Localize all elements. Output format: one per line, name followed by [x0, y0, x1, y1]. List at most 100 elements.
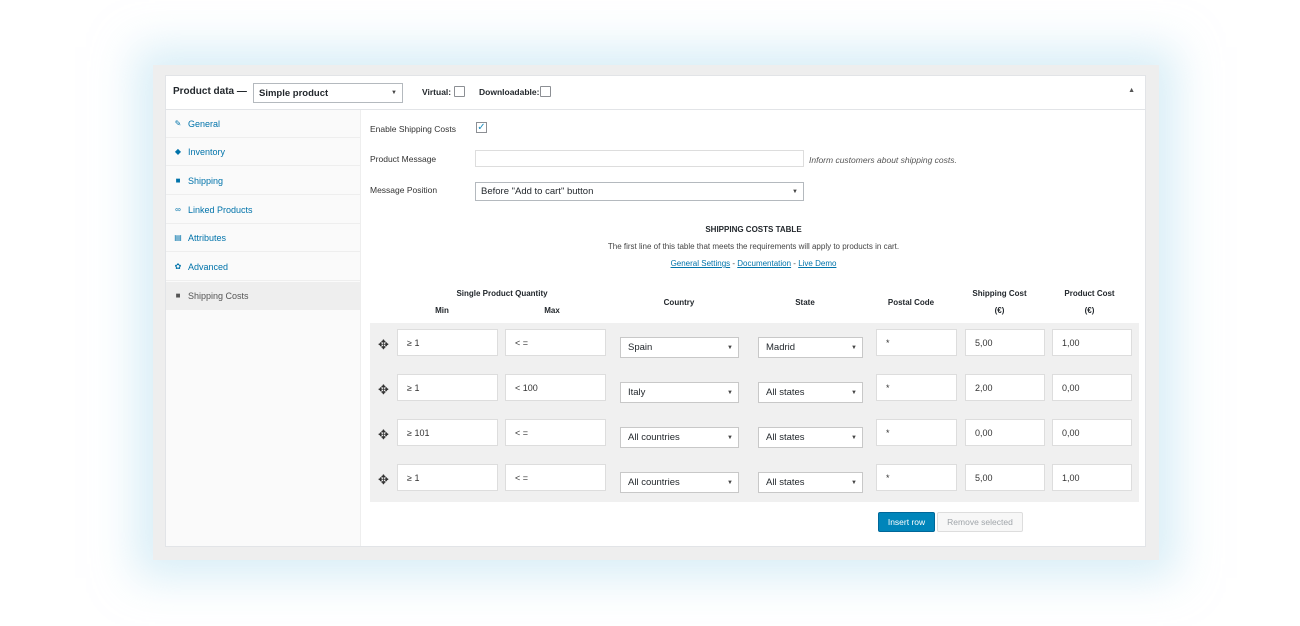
chevron-down-icon: ▼ [851, 389, 857, 396]
shipping-cost-header: Shipping Cost [972, 289, 1027, 298]
product-message-input[interactable] [475, 150, 804, 167]
sidebar-item-linked-products[interactable]: ∞ Linked Products [166, 196, 361, 224]
product-cost-header: Product Cost [1064, 289, 1115, 298]
downloadable-label: Downloadable: [479, 87, 540, 97]
live-demo-link[interactable]: Live Demo [798, 259, 836, 268]
move-handle-icon[interactable]: ✥ [378, 337, 389, 353]
enable-shipping-costs-label: Enable Shipping Costs [370, 124, 457, 134]
country-select[interactable]: Italy ▼ [620, 382, 739, 403]
truck-icon: ■ [175, 176, 181, 185]
list-icon: ▤ [174, 233, 182, 242]
product-data-header: Product data — Simple product ▼ Virtual:… [166, 76, 1145, 110]
table-row: ✥ ≥ 1 < 100 Italy ▼ All states ▼ * 2,00 … [370, 368, 1139, 413]
documentation-link[interactable]: Documentation [737, 259, 791, 268]
shipping-cost-input[interactable]: 5,00 [965, 464, 1045, 491]
triangle-up-icon[interactable]: ▲ [1128, 87, 1135, 94]
postal-code-input[interactable]: * [876, 329, 957, 356]
insert-row-button[interactable]: Insert row [878, 512, 935, 532]
table-title: SHIPPING COSTS TABLE [705, 225, 802, 234]
state-value: All states [766, 477, 805, 488]
downloadable-checkbox[interactable] [540, 86, 551, 97]
message-position-value: Before "Add to cart" button [481, 186, 594, 197]
product-cost-input[interactable]: 1,00 [1052, 464, 1132, 491]
postal-code-header: Postal Code [887, 298, 935, 307]
country-select[interactable]: All countries ▼ [620, 427, 739, 448]
sidebar-item-general[interactable]: ✎ General [166, 110, 361, 138]
virtual-label: Virtual: [422, 87, 452, 97]
country-value: Spain [628, 342, 653, 353]
general-settings-link[interactable]: General Settings [671, 259, 731, 268]
country-header: Country [663, 298, 695, 307]
sidebar-item-shipping[interactable]: ■ Shipping [166, 167, 361, 195]
postal-code-input[interactable]: * [876, 374, 957, 401]
chevron-down-icon: ▼ [851, 479, 857, 486]
message-position-select[interactable]: Before "Add to cart" button ▼ [475, 182, 804, 201]
state-select[interactable]: All states ▼ [758, 472, 863, 493]
sidebar-item-attributes[interactable]: ▤ Attributes [166, 224, 361, 252]
max-header: Max [544, 306, 560, 315]
quantity-header: Single Product Quantity [456, 289, 548, 298]
product-message-label: Product Message [370, 154, 437, 164]
move-handle-icon[interactable]: ✥ [378, 382, 389, 398]
state-select[interactable]: Madrid ▼ [758, 337, 863, 358]
shipping-costs-panel: Enable Shipping Costs ✓ Product Message … [362, 110, 1145, 546]
max-quantity-input[interactable]: < = [505, 329, 606, 356]
max-quantity-input[interactable]: < = [505, 464, 606, 491]
state-value: All states [766, 387, 805, 398]
move-handle-icon[interactable]: ✥ [378, 427, 389, 443]
product-type-value: Simple product [259, 87, 329, 99]
product-cost-input[interactable]: 0,00 [1052, 419, 1132, 446]
sidebar-item-shipping-costs[interactable]: ■ Shipping Costs [166, 282, 361, 310]
sidebar-item-advanced[interactable]: ✿ Advanced [166, 253, 361, 281]
table-links: General Settings - Documentation - Live … [362, 259, 1145, 268]
chevron-down-icon: ▼ [727, 479, 733, 486]
chevron-down-icon: ▼ [727, 389, 733, 396]
chevron-down-icon: ▼ [851, 344, 857, 351]
shipping-cost-input[interactable]: 2,00 [965, 374, 1045, 401]
shipping-cost-input[interactable]: 0,00 [965, 419, 1045, 446]
chevron-down-icon: ▼ [391, 90, 397, 96]
table-row: ✥ ≥ 1 < = Spain ▼ Madrid ▼ * 5,00 1,00 [370, 323, 1139, 368]
state-select[interactable]: All states ▼ [758, 427, 863, 448]
product-message-description: Inform customers about shipping costs. [809, 155, 957, 165]
max-quantity-input[interactable]: < 100 [505, 374, 606, 401]
sidebar-item-label: Linked Products [188, 204, 253, 215]
shipping-costs-rows: ✥ ≥ 1 < = Spain ▼ Madrid ▼ * 5,00 1,00 ✥… [370, 323, 1139, 502]
remove-selected-button[interactable]: Remove selected [937, 512, 1023, 532]
chevron-down-icon: ▼ [727, 434, 733, 441]
product-cost-input[interactable]: 1,00 [1052, 329, 1132, 356]
tag-icon: ◆ [174, 147, 182, 156]
min-quantity-input[interactable]: ≥ 1 [397, 329, 498, 356]
gear-icon: ✿ [174, 262, 182, 271]
min-quantity-input[interactable]: ≥ 1 [397, 464, 498, 491]
sidebar-item-label: Shipping Costs [188, 290, 249, 301]
chevron-down-icon: ▼ [727, 344, 733, 351]
enable-shipping-costs-checkbox[interactable]: ✓ [476, 122, 487, 133]
country-select[interactable]: Spain ▼ [620, 337, 739, 358]
sidebar-item-label: General [188, 118, 221, 129]
product-type-select[interactable]: Simple product ▼ [253, 83, 403, 103]
state-select[interactable]: All states ▼ [758, 382, 863, 403]
postal-code-input[interactable]: * [876, 464, 957, 491]
state-value: Madrid [766, 342, 796, 353]
min-quantity-input[interactable]: ≥ 1 [397, 374, 498, 401]
country-value: All countries [628, 477, 680, 488]
postal-code-input[interactable]: * [876, 419, 957, 446]
min-header: Min [435, 306, 449, 315]
truck-icon: ■ [175, 291, 181, 300]
sidebar-item-label: Shipping [188, 175, 224, 186]
table-row: ✥ ≥ 101 < = All countries ▼ All states ▼… [370, 413, 1139, 458]
virtual-checkbox[interactable] [454, 86, 465, 97]
sidebar-item-label: Attributes [188, 232, 227, 243]
product-cost-input[interactable]: 0,00 [1052, 374, 1132, 401]
shipping-cost-unit: (€) [994, 306, 1005, 315]
wrench-icon: ✎ [174, 119, 182, 128]
chevron-down-icon: ▼ [851, 434, 857, 441]
country-select[interactable]: All countries ▼ [620, 472, 739, 493]
min-quantity-input[interactable]: ≥ 101 [397, 419, 498, 446]
table-row: ✥ ≥ 1 < = All countries ▼ All states ▼ *… [370, 458, 1139, 503]
move-handle-icon[interactable]: ✥ [378, 472, 389, 488]
sidebar-item-inventory[interactable]: ◆ Inventory [166, 138, 361, 166]
max-quantity-input[interactable]: < = [505, 419, 606, 446]
shipping-cost-input[interactable]: 5,00 [965, 329, 1045, 356]
